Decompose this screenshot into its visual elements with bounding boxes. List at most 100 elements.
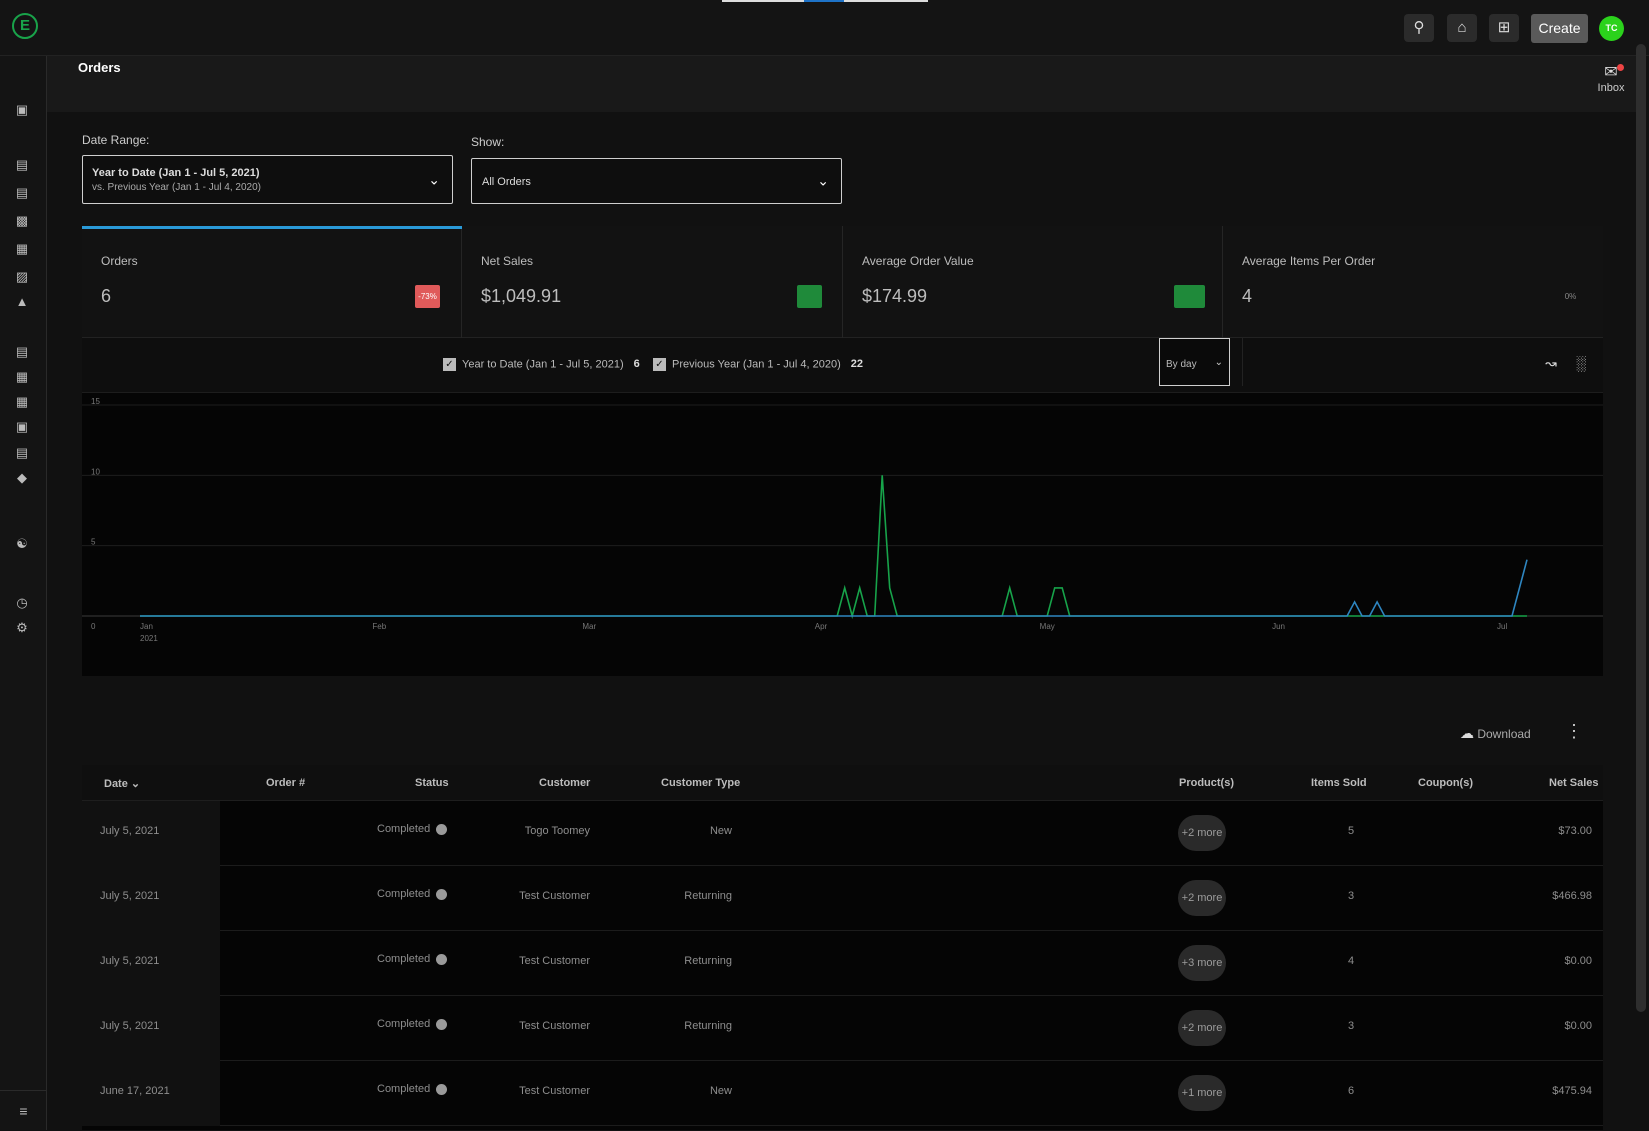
bar-chart-icon[interactable]: ░ [1572, 355, 1590, 373]
x-tick-label: May [1040, 622, 1055, 631]
cell-date: July 5, 2021 [100, 1020, 160, 1032]
legend-count: 6 [633, 358, 640, 371]
cell-net-sales: $466.98 [1552, 890, 1592, 902]
line-chart-icon[interactable]: ↝ [1542, 355, 1560, 373]
date-range-select[interactable]: Year to Date (Jan 1 - Jul 5, 2021) vs. P… [82, 155, 453, 204]
inbox-button[interactable]: ✉ Inbox [1591, 64, 1631, 94]
column-header-order[interactable]: Order # [266, 777, 305, 789]
top-bar: E ⚲ ⌂ ⊞ Create TC [0, 0, 1649, 56]
cell-customer-type: Returning [684, 1020, 732, 1032]
legend-item-current[interactable]: ✓ Year to Date (Jan 1 - Jul 5, 2021) 6 [443, 358, 640, 371]
collapse-menu-icon[interactable]: ≡ [0, 1090, 47, 1130]
download-button[interactable]: ☁ Download [1460, 725, 1531, 742]
users-icon[interactable]: ☯ [14, 536, 30, 552]
kpi-card-average-items-per-order[interactable]: Average Items Per Order 4 0% [1223, 226, 1603, 338]
reports-icon[interactable]: ▣ [14, 419, 30, 435]
table-row[interactable]: June 17, 2021 Completed Test Customer New +1… [82, 1061, 1603, 1126]
column-header-products[interactable]: Product(s) [1179, 777, 1234, 789]
settings-icon[interactable]: ⚙ [14, 620, 30, 636]
page-title: Orders [78, 60, 121, 75]
chart-legend-bar: ✓ Year to Date (Jan 1 - Jul 5, 2021) 6 ✓ Pr… [82, 338, 1603, 393]
y-tick-label: 10 [91, 467, 100, 476]
kpi-card-net-sales[interactable]: Net Sales $1,049.91 [462, 226, 843, 338]
chevron-down-icon: ⌄ [817, 172, 829, 189]
y-tick-label: 0 [91, 622, 96, 631]
divider [1242, 338, 1243, 386]
sliders-icon[interactable]: ⊞ [1489, 14, 1519, 42]
chevron-down-icon: ⌄ [428, 171, 440, 187]
table-row[interactable]: July 5, 2021 Completed Test Customer Return… [82, 931, 1603, 996]
status-dot-icon [436, 888, 448, 900]
cell-items-sold: 3 [1348, 890, 1355, 902]
table-row[interactable]: July 5, 2021 Completed Test Customer Return… [82, 996, 1603, 1061]
news-icon[interactable]: ▨ [14, 269, 30, 285]
products-more-pill[interactable]: +2 more [1178, 880, 1226, 916]
comments-icon[interactable]: ▦ [14, 241, 30, 257]
cell-status: Completed [377, 953, 448, 965]
table-row[interactable]: July 5, 2021 Completed Test Customer Return… [82, 866, 1603, 931]
chevron-down-icon: ⌄ [1214, 357, 1223, 368]
store-icon[interactable]: ▦ [14, 369, 30, 385]
chevron-down-icon: ⌄ [130, 778, 141, 790]
photos-icon[interactable]: ▤ [14, 157, 30, 173]
x-tick-label: Jul [1497, 622, 1507, 631]
cell-customer-type: New [709, 825, 732, 837]
download-label: Download [1477, 727, 1531, 741]
page-header: Orders ✉ Inbox [47, 56, 1636, 112]
pages-icon[interactable]: ▩ [14, 213, 30, 229]
x-tick-label: Jun [1272, 622, 1285, 631]
kpi-card-orders[interactable]: Orders 6 -73% [82, 226, 462, 338]
date-range-primary: Year to Date (Jan 1 - Jul 5, 2021) [92, 167, 260, 179]
orders-chart-panel: ✓ Year to Date (Jan 1 - Jul 5, 2021) 6 ✓ Pr… [82, 338, 1603, 676]
status-dot-icon [436, 1083, 448, 1095]
card-icon[interactable]: ▤ [14, 344, 30, 360]
column-header-date[interactable]: Date ⌄ [104, 777, 140, 790]
sidebar: ▣ ▤ ▤ ▩ ▦ ▨ ▲ ▤ ▦ ▦ ▣ ▤ ◆ ☯ ◷ ⚙ ≡ [0, 56, 47, 1130]
kpi-change-badge [1174, 285, 1205, 308]
show-select[interactable]: All Orders ⌄ [471, 158, 842, 204]
products-more-pill[interactable]: +2 more [1178, 815, 1226, 851]
y-tick-label: 15 [91, 397, 100, 406]
search-icon[interactable]: ⚲ [1404, 14, 1434, 42]
kpi-value: 4 [1242, 286, 1253, 306]
dashboard-icon[interactable]: ▣ [14, 102, 30, 118]
document-icon[interactable]: ▤ [14, 185, 30, 201]
column-header-net-sales[interactable]: Net Sales [1549, 777, 1599, 789]
cell-customer-type: Returning [684, 955, 732, 967]
cell-date: July 5, 2021 [100, 955, 160, 967]
checkbox-checked-icon[interactable]: ✓ [443, 358, 456, 371]
kpi-card-average-order-value[interactable]: Average Order Value $174.99 [843, 226, 1223, 338]
interval-select[interactable]: By day ⌄ [1159, 338, 1230, 386]
status-dot-icon [436, 1018, 448, 1030]
column-header-customer[interactable]: Customer [539, 777, 590, 789]
products-more-pill[interactable]: +2 more [1178, 1010, 1226, 1046]
clock-icon[interactable]: ◷ [14, 595, 30, 611]
column-header-items-sold[interactable]: Items Sold [1311, 777, 1367, 789]
products-more-pill[interactable]: +3 more [1178, 945, 1226, 981]
tag-icon[interactable]: ◆ [14, 470, 30, 486]
kpi-value: $174.99 [862, 286, 928, 306]
app-logo[interactable]: E [12, 13, 38, 39]
cell-items-sold: 3 [1348, 1020, 1355, 1032]
kpi-label: Average Items Per Order [1242, 254, 1376, 268]
create-button[interactable]: Create [1531, 14, 1588, 43]
cell-items-sold: 5 [1348, 825, 1355, 837]
checkbox-checked-icon[interactable]: ✓ [653, 358, 666, 371]
column-header-status[interactable]: Status [415, 777, 449, 789]
legend-item-previous[interactable]: ✓ Previous Year (Jan 1 - Jul 4, 2020) 22 [653, 358, 863, 371]
kpi-active-indicator [82, 226, 462, 229]
series-line-1 [140, 559, 1528, 617]
avatar[interactable]: TC [1599, 16, 1624, 41]
page-scrollbar[interactable] [1636, 44, 1646, 1012]
more-options-icon[interactable]: ⋮ [1565, 721, 1583, 742]
column-header-customer-type[interactable]: Customer Type [661, 777, 740, 789]
products-more-pill[interactable]: +1 more [1178, 1075, 1226, 1111]
cell-customer-type: New [709, 1085, 732, 1097]
table-row[interactable]: July 5, 2021 Completed Togo Toomey New +2 mo… [82, 801, 1603, 866]
home-icon[interactable]: ⌂ [1447, 14, 1477, 42]
analytics-icon[interactable]: ▲ [14, 294, 30, 310]
column-header-coupons[interactable]: Coupon(s) [1418, 777, 1473, 789]
cell-net-sales: $0.00 [1564, 1020, 1592, 1032]
list-icon[interactable]: ▤ [14, 445, 30, 461]
catalog-icon[interactable]: ▦ [14, 394, 30, 410]
